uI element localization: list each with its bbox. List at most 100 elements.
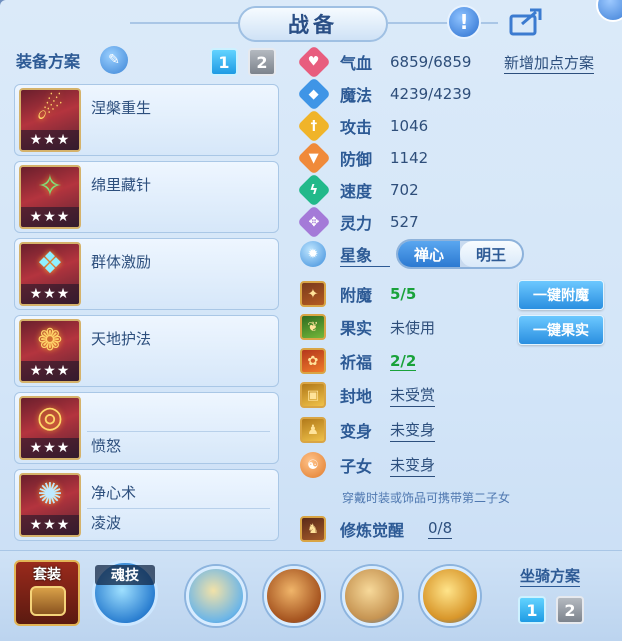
skill-slot-4[interactable]: ❁ ★★★ 天地护法 [14, 315, 279, 387]
share-icon[interactable] [506, 4, 546, 40]
add-plan-link[interactable]: 新增加点方案 [504, 52, 595, 74]
row-blessing: ✿ 祈福 2/2 [300, 347, 417, 375]
info-icon[interactable]: ! [447, 5, 481, 39]
stat-label: 速度 [340, 182, 373, 201]
star-sign-label[interactable]: 星象 [340, 242, 390, 267]
soul-skill-label: 魂技 [95, 565, 155, 585]
mount-plan-label: 坐骑方案 [520, 567, 581, 587]
stat-value: 702 [390, 181, 419, 199]
stat-label: 攻击 [340, 118, 373, 137]
cultivation-icon: ♞ [300, 516, 326, 542]
mount-slot-4[interactable] [420, 566, 480, 626]
star-sign-icon: ✹ [300, 241, 326, 267]
equipment-plan-title: 装备方案 [16, 52, 81, 71]
skill-inspire-icon: ❖ ★★★ [19, 242, 81, 306]
fruit-icon: ❦ [300, 314, 326, 340]
stat-label: 灵力 [340, 214, 373, 233]
equip-page-1-button[interactable]: 1 [210, 48, 238, 76]
heart-icon: ♥ [297, 45, 331, 79]
stat-row-mp: ◆ 魔法 4239/4239 [297, 77, 472, 111]
transform-value[interactable]: 未变身 [390, 419, 436, 442]
cultivation-value[interactable]: 0/8 [428, 519, 453, 539]
cultivation-label: 修炼觉醒 [340, 521, 405, 540]
stat-row-defense: ▼ 防御 1142 [297, 141, 429, 175]
children-hint: 穿戴时装或饰品可携带第二子女 [342, 491, 511, 505]
row-fruit: ❦ 果实 未使用 [300, 313, 435, 341]
blessing-value[interactable]: 2/2 [390, 352, 417, 371]
row-children: ☯ 子女 未变身 [300, 451, 436, 479]
stat-label: 魔法 [340, 86, 373, 105]
title-ornament-right [388, 22, 498, 24]
skill-slot-3[interactable]: ❖ ★★★ 群体激励 [14, 238, 279, 310]
skill-name: 天地护法 [91, 330, 152, 348]
stat-value: 1142 [390, 149, 429, 167]
mount-slot-2[interactable] [264, 566, 324, 626]
blessing-label: 祈福 [340, 353, 373, 372]
soul-skill-button[interactable]: 魂技 [92, 560, 158, 626]
children-value[interactable]: 未变身 [390, 454, 436, 477]
mount-page-1-button[interactable]: 1 [518, 596, 546, 624]
skill-sub-name: 凌波 [91, 514, 122, 532]
mount-slot-1[interactable] [186, 566, 246, 626]
star-option-mingwang[interactable]: 明王 [460, 241, 522, 267]
skill-name: 绵里藏针 [91, 176, 152, 194]
equipment-set-label: 套装 [33, 567, 61, 583]
page-title: 战备 [238, 6, 388, 42]
enchant-label: 附魔 [340, 286, 373, 305]
skill-guardian-icon: ❁ ★★★ [19, 319, 81, 383]
fief-value[interactable]: 未受赏 [390, 384, 436, 407]
edit-icon[interactable]: ✎ [100, 46, 128, 74]
mount-page-2-button[interactable]: 2 [556, 596, 584, 624]
enchant-value: 5/5 [390, 285, 417, 303]
children-label: 子女 [340, 457, 373, 476]
equip-page-2-button[interactable]: 2 [248, 48, 276, 76]
fief-icon: ▣ [300, 382, 326, 408]
star-option-chanxin[interactable]: 禅心 [398, 241, 460, 267]
mana-icon: ◆ [297, 77, 331, 111]
skill-divider [87, 431, 270, 432]
mount-slot-3[interactable] [342, 566, 402, 626]
skill-slot-5[interactable]: ◎ ★★★ 愤怒 [14, 392, 279, 464]
stat-value: 527 [390, 213, 419, 231]
sword-icon: † [297, 109, 331, 143]
enchant-icon: ✦ [300, 281, 326, 307]
fief-label: 封地 [340, 387, 373, 406]
stat-row-attack: † 攻击 1046 [297, 109, 429, 143]
speed-icon: ϟ [297, 173, 331, 207]
transform-icon: ♟ [300, 417, 326, 443]
star-sign-toggle[interactable]: 禅心 明王 [396, 239, 524, 269]
skill-slot-6[interactable]: ✺ ★★★ 净心术 凌波 [14, 469, 279, 541]
stat-row-spirit: ✥ 灵力 527 [297, 205, 419, 239]
skill-name: 净心术 [91, 484, 137, 502]
row-fief: ▣ 封地 未受赏 [300, 381, 436, 409]
stat-value: 6859/6859 [390, 53, 472, 71]
children-icon: ☯ [300, 452, 326, 478]
spirit-icon: ✥ [297, 205, 331, 239]
stat-label: 防御 [340, 150, 373, 169]
skill-divider [87, 508, 270, 509]
skill-name: 群体激励 [91, 253, 152, 271]
fruit-value: 未使用 [390, 318, 436, 337]
transform-label: 变身 [340, 422, 373, 441]
stat-label: 气血 [340, 54, 373, 73]
skill-needle-icon: ✧ ★★★ [19, 165, 81, 229]
stat-row-speed: ϟ 速度 702 [297, 173, 419, 207]
title-ornament-left [130, 22, 240, 24]
skill-nirvana-icon: ☄ ★★★ [19, 88, 81, 152]
skill-name: 涅槃重生 [91, 99, 152, 117]
skill-purify-icon: ✺ ★★★ [19, 473, 81, 537]
skill-slot-1[interactable]: ☄ ★★★ 涅槃重生 [14, 84, 279, 156]
one-click-fruit-button[interactable]: 一键果实 [518, 315, 604, 345]
stat-row-hp: ♥ 气血 6859/6859 [297, 45, 472, 79]
one-click-enchant-button[interactable]: 一键附魔 [518, 280, 604, 310]
skill-sub-name: 愤怒 [91, 437, 122, 455]
fruit-label: 果实 [340, 319, 373, 338]
stat-row-star: ✹ 星象 [300, 240, 390, 268]
stat-value: 4239/4239 [390, 85, 472, 103]
stat-value: 1046 [390, 117, 429, 135]
equipment-set-button[interactable]: 套装 [14, 560, 80, 626]
skill-slot-2[interactable]: ✧ ★★★ 绵里藏针 [14, 161, 279, 233]
row-cultivation: ♞ 修炼觉醒 0/8 [300, 515, 453, 543]
shield-icon: ▼ [297, 141, 331, 175]
row-enchant: ✦ 附魔 5/5 [300, 280, 416, 308]
